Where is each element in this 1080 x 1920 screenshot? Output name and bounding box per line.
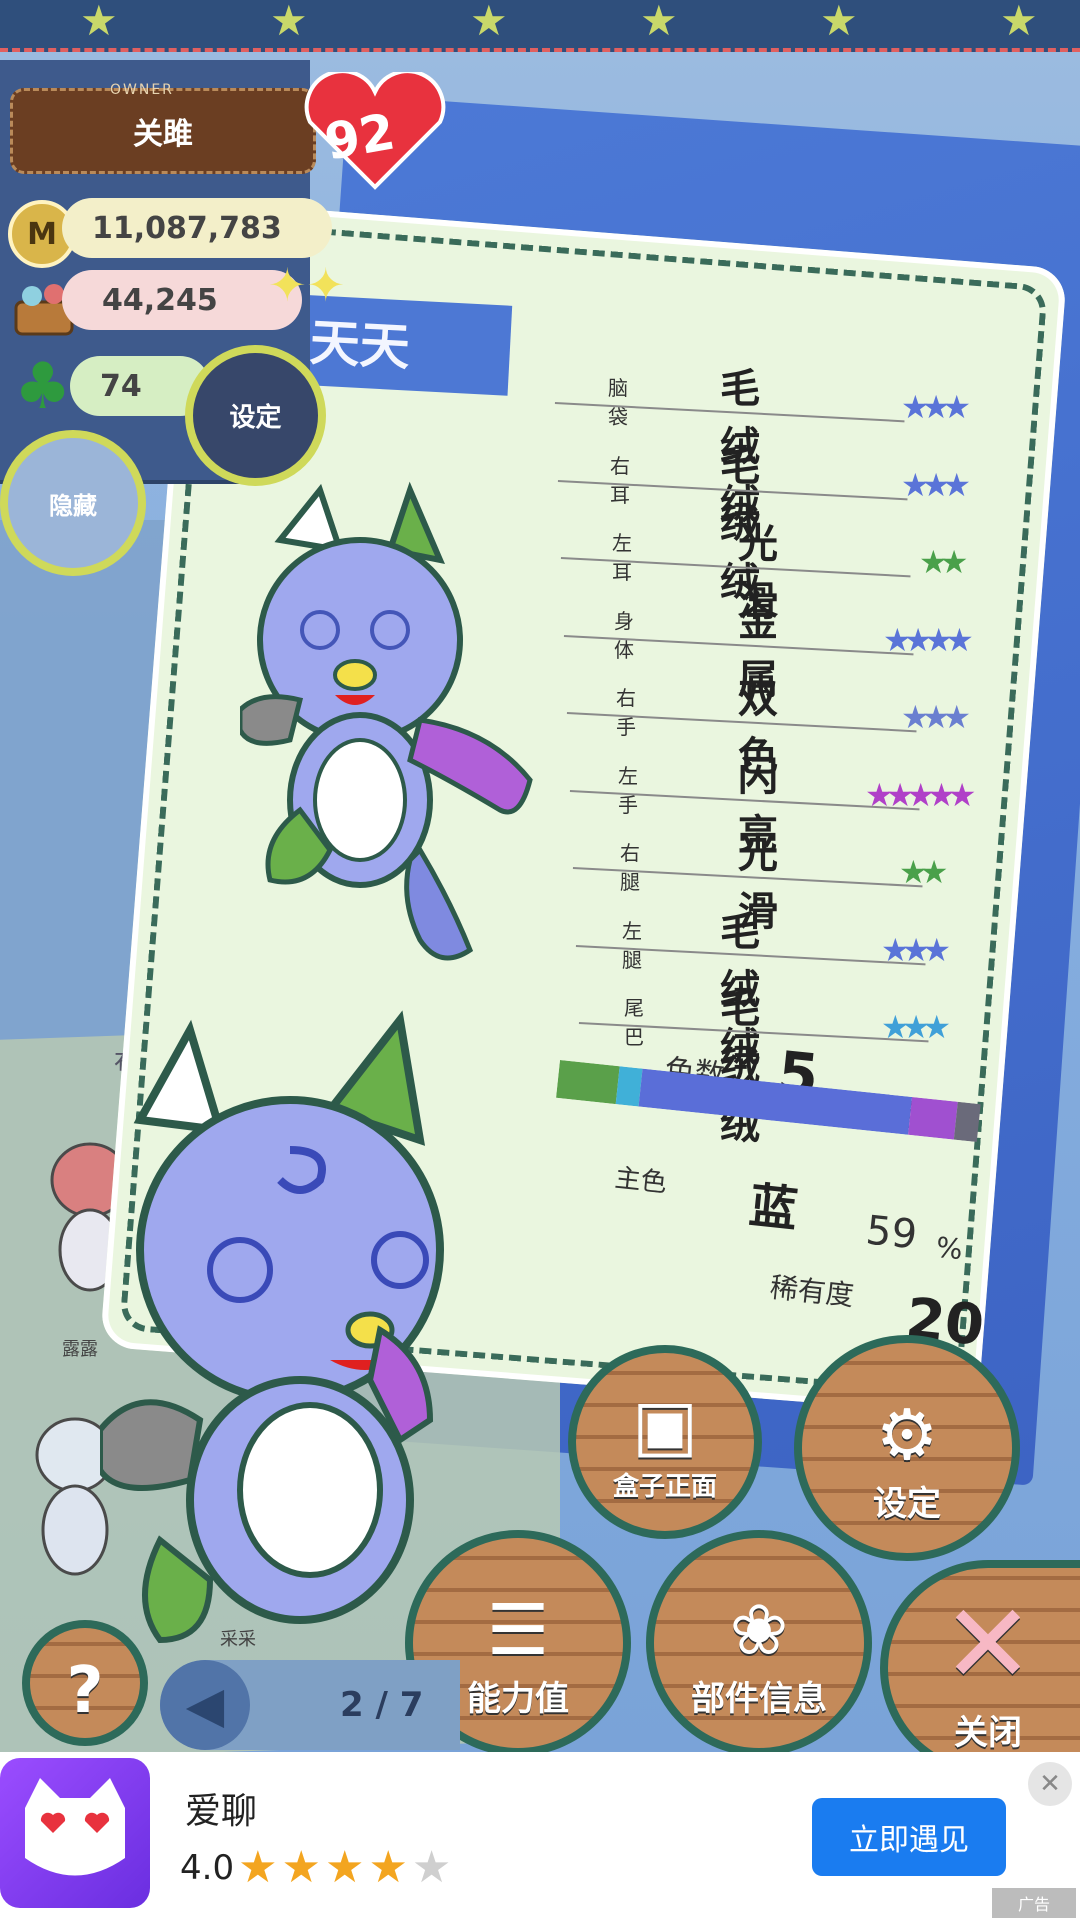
rarity-label: 稀有度	[768, 1270, 856, 1313]
part-rating-stars: ★★★	[901, 698, 971, 736]
color-segment	[556, 1060, 620, 1105]
ad-tag-label: 广告	[1017, 1895, 1050, 1914]
star-icon: ★	[820, 0, 858, 45]
cat-icon	[25, 1778, 125, 1876]
main-color: 蓝	[746, 1177, 801, 1239]
part-label: 身体	[614, 608, 634, 662]
ad-rating-stars: ★★★★★	[234, 1842, 451, 1893]
gear-icon: ⚙	[875, 1394, 939, 1476]
percent-sign: %	[934, 1230, 965, 1267]
color-segment	[908, 1097, 958, 1140]
shelf-doll-name[interactable]: 露露	[62, 1335, 98, 1361]
close-button[interactable]: ✕ 关闭	[880, 1560, 1080, 1776]
part-label: 脑袋	[608, 376, 628, 429]
owner-settings-label: 设定	[229, 403, 282, 433]
doll-parts-diagram	[240, 481, 533, 961]
part-rating-stars: ★★★	[881, 1008, 951, 1046]
help-button[interactable]: ?	[22, 1620, 148, 1746]
heart-count: 92	[320, 102, 400, 172]
coin-value: 11,087,783	[92, 210, 282, 246]
star-icon: ★	[281, 1842, 321, 1893]
box-front-label: 盒子正面	[612, 1472, 717, 1502]
coin-balance: 11,087,783	[62, 198, 332, 258]
top-star-band: ★ ★ ★ ★ ★ ★	[0, 0, 1080, 52]
clover-icon: ♣	[14, 350, 72, 424]
ad-cta-button[interactable]: 立即遇见	[812, 1798, 1006, 1876]
color-segment	[954, 1101, 981, 1143]
paw-icon: ❀	[729, 1589, 789, 1671]
ad-app-name[interactable]: 爱聊	[185, 1782, 257, 1834]
close-icon: ✕	[941, 1580, 1035, 1708]
ad-cta-label: 立即遇见	[849, 1823, 969, 1858]
settings-label: 设定	[873, 1484, 941, 1524]
ad-app-icon[interactable]	[0, 1758, 150, 1908]
settings-button[interactable]: ⚙ 设定	[794, 1335, 1020, 1561]
clover-value: 74	[100, 368, 142, 404]
star-icon: ★	[270, 0, 308, 45]
part-label: 右手	[616, 686, 636, 739]
part-label: 左腿	[622, 918, 642, 972]
list-icon: ☰	[486, 1589, 550, 1671]
star-icon: ★	[470, 0, 508, 45]
pager: ◀ 2 / 7	[160, 1660, 460, 1750]
ad-rating: 4.0 ★★★★★	[180, 1842, 451, 1893]
parts-info-label: 部件信息	[691, 1679, 827, 1719]
part-rating-stars: ★★★★	[883, 620, 974, 659]
main-color-percent: 59	[863, 1207, 920, 1259]
star-icon: ★	[1000, 0, 1038, 45]
part-label: 尾巴	[624, 996, 644, 1049]
box-front-button[interactable]: ▣ 盒子正面	[568, 1345, 762, 1539]
part-rating-stars: ★★★	[901, 465, 971, 504]
owner-name-plate: 关雎	[10, 88, 316, 174]
food-value: 44,245	[102, 282, 218, 318]
part-rating-stars: ★★★★★	[865, 775, 976, 814]
stats-label: 能力值	[467, 1679, 569, 1719]
part-rating-stars: ★★★	[881, 930, 951, 969]
box-icon: ▣	[631, 1384, 699, 1466]
part-label: 右腿	[620, 841, 640, 894]
close-icon: ✕	[1039, 1769, 1061, 1799]
part-rating-stars: ★★	[899, 853, 948, 891]
part-rating-stars: ★★	[919, 543, 968, 581]
hide-label: 隐藏	[49, 491, 97, 520]
page-indicator: 2 / 7	[340, 1685, 424, 1725]
part-value: 毛绒绒	[720, 986, 762, 1148]
arrow-left-icon: ◀	[185, 1676, 225, 1734]
ad-rating-value: 4.0	[180, 1847, 235, 1888]
owner-settings-button[interactable]: 设定	[185, 345, 326, 486]
sparkle-icon: ✦✦	[268, 258, 346, 312]
owner-name: 关雎	[133, 117, 193, 152]
part-label: 右耳	[610, 453, 630, 507]
part-label: 左手	[618, 763, 638, 817]
prev-page-button[interactable]: ◀	[160, 1660, 250, 1750]
doll-character[interactable]	[100, 1000, 480, 1650]
part-rating-stars: ★★★	[901, 388, 971, 426]
star-icon: ★	[411, 1842, 452, 1893]
star-icon: ★	[80, 0, 118, 45]
main-color-label: 主色	[613, 1163, 669, 1199]
star-icon: ★	[238, 1842, 278, 1893]
doll-name: 天天	[308, 313, 412, 377]
ad-tag: 广告	[992, 1888, 1076, 1918]
star-icon: ★	[368, 1842, 408, 1893]
part-label: 左耳	[612, 531, 632, 584]
star-icon: ★	[640, 0, 678, 45]
ad-close-button[interactable]: ✕	[1028, 1762, 1072, 1806]
hide-button[interactable]: 隐藏	[0, 430, 146, 576]
star-icon: ★	[324, 1842, 365, 1893]
help-icon: ?	[66, 1654, 104, 1728]
food-balance: 44,245	[62, 270, 302, 330]
close-label: 关闭	[954, 1713, 1022, 1753]
parts-info-button[interactable]: ❀ 部件信息	[646, 1530, 872, 1756]
owner-tag-label: OWNER	[110, 82, 174, 98]
